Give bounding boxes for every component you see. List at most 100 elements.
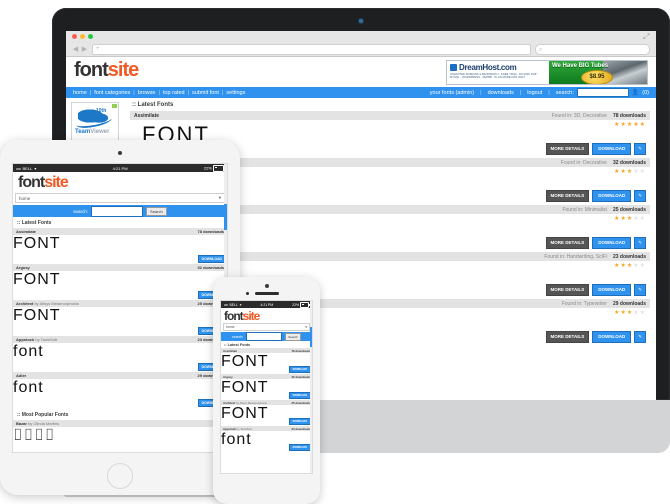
download-button[interactable]: DOWNLOAD (592, 237, 632, 249)
zoom-window-icon[interactable] (88, 34, 93, 39)
back-arrow-icon[interactable]: ◀ (72, 46, 79, 53)
font-list-item[interactable]: Appstock by TanisSoft 23 downloads font DOW… (13, 336, 227, 372)
tablet-nav-select[interactable]: home ▾ (15, 193, 225, 203)
font-preview-word: font (221, 431, 252, 448)
more-details-button[interactable]: MORE DETAILS (545, 331, 590, 343)
font-rating[interactable]: ★★★★★ (614, 262, 646, 269)
browser-search-input[interactable]: ⌕ (535, 43, 650, 55)
share-icon[interactable]: ✎ (634, 284, 646, 296)
font-list-item[interactable]: Assimilate 78 downloads FONT DOWNLOAD (221, 348, 312, 374)
font-name[interactable]: Appstock by TanisSoft (223, 427, 252, 431)
nav-item-your-fonts[interactable]: your fonts (admin) (430, 90, 474, 96)
font-rating[interactable]: ★★★★★ (614, 309, 646, 316)
star-empty-icon: ★ (639, 263, 646, 269)
more-details-button[interactable]: MORE DETAILS (545, 237, 590, 249)
share-icon[interactable]: ✎ (634, 143, 646, 155)
phone-search-input[interactable] (246, 332, 283, 341)
nav-item-logout[interactable]: logout (527, 90, 542, 96)
font-preview: FONT DOWNLOAD (221, 379, 312, 400)
browser-nav-buttons[interactable]: ◀ ▶ (72, 46, 88, 53)
user-icon[interactable]: 👤 (632, 89, 639, 96)
share-icon[interactable]: ✎ (634, 331, 646, 343)
phone-search-button[interactable]: Search (285, 332, 301, 341)
tablet-search-button[interactable]: Search (146, 206, 167, 216)
nav-search-input[interactable] (576, 88, 629, 97)
font-name[interactable]: Adler (16, 373, 26, 378)
download-button[interactable]: DOWNLOAD (592, 284, 632, 296)
font-rating[interactable]: ★★★★★ (614, 121, 646, 128)
font-list-item[interactable]: Bazar by Olinda Martins ⌷⌷⌷⌷ (13, 420, 227, 452)
share-icon[interactable]: ✎ (634, 190, 646, 202)
nav-item-top-rated[interactable]: top rated (163, 90, 185, 96)
font-author[interactable]: by Altsys Metamorphosis (236, 401, 267, 405)
font-list-item[interactable]: Argosy 32 downloads FONT DOWNLOAD (221, 374, 312, 400)
close-window-icon[interactable] (72, 34, 77, 39)
more-details-button[interactable]: MORE DETAILS (545, 284, 590, 296)
download-button[interactable]: DOWNLOAD (288, 444, 311, 451)
tablet-home-button[interactable] (107, 463, 133, 489)
font-name[interactable]: Architext by Altsys Metamorphosis (223, 401, 267, 405)
nav-item-settings[interactable]: settings (226, 90, 245, 96)
font-list-item[interactable]: Argosy 32 downloads FONT DOWNLOAD (13, 264, 227, 300)
more-details-button[interactable]: MORE DETAILS (545, 143, 590, 155)
font-preview: FONT DOWNLOAD (13, 271, 227, 300)
font-row-meta: Appstock by TanisSoft 23 downloads (13, 336, 227, 343)
nav-item-submit-font[interactable]: submit font (192, 90, 219, 96)
resize-icon[interactable]: ⤢ (643, 33, 651, 41)
font-list-item[interactable]: Architext by Altsys Metamorphosis 25 down… (13, 300, 227, 336)
font-name[interactable]: Bazar by Olinda Martins (16, 421, 59, 426)
font-preview-word: ⌷⌷⌷⌷ (13, 427, 56, 444)
nav-item-browse[interactable]: browse (138, 90, 156, 96)
carrier-name: BELL (22, 165, 33, 171)
window-traffic-lights[interactable] (72, 34, 93, 39)
download-button[interactable]: DOWNLOAD (592, 331, 632, 343)
more-details-button[interactable]: MORE DETAILS (545, 190, 590, 202)
cart-count: (0) (642, 89, 649, 96)
font-name[interactable]: Assimilate (16, 229, 36, 234)
font-author[interactable]: by TanisSoft (237, 427, 252, 431)
font-preview-word: FONT (221, 405, 269, 422)
font-name[interactable]: Appstock by TanisSoft (16, 337, 57, 342)
download-button[interactable]: DOWNLOAD (197, 255, 226, 263)
font-name[interactable]: Assimilate (134, 113, 159, 119)
phone-nav-select[interactable]: home ▾ (223, 323, 310, 331)
phone-battery-icon (299, 301, 310, 308)
forward-arrow-icon[interactable]: ▶ (81, 46, 88, 53)
font-rating[interactable]: ★★★★★ (614, 168, 646, 175)
download-button[interactable]: DOWNLOAD (288, 392, 311, 399)
download-button[interactable]: DOWNLOAD (592, 190, 632, 202)
url-input[interactable]: + (92, 43, 531, 55)
share-icon[interactable]: ✎ (634, 237, 646, 249)
site-logo[interactable]: fontsite (74, 60, 139, 80)
font-name[interactable]: Architext by Altsys Metamorphosis (16, 301, 79, 306)
font-name[interactable]: Argosy (223, 375, 233, 379)
wifi-icon: ▾ (34, 165, 37, 171)
font-author[interactable]: by Altsys Metamorphosis (34, 301, 78, 306)
font-list-item[interactable]: Adler 29 downloads font DOWNLOAD (13, 372, 227, 408)
phone-site-logo[interactable]: fontsite (221, 308, 312, 323)
font-name[interactable]: Assimilate (223, 349, 237, 353)
nav-item-font-categories[interactable]: font categories (94, 90, 130, 96)
tablet-search-input[interactable] (91, 205, 144, 217)
nav-item-home[interactable]: home (73, 90, 87, 96)
font-rating[interactable]: ★★★★★ (614, 215, 646, 222)
font-name[interactable]: Argosy (16, 265, 30, 270)
font-list-item[interactable]: Architext by Altsys Metamorphosis 25 down… (221, 400, 312, 426)
font-author[interactable]: by Olinda Martins (28, 421, 59, 426)
phone-chevron-down-icon: ▾ (305, 325, 307, 329)
download-button[interactable]: DOWNLOAD (288, 418, 311, 425)
font-row-actions: MORE DETAILS DOWNLOAD ✎ (545, 237, 646, 249)
tablet-site-logo[interactable]: fontsite (13, 172, 227, 193)
font-author[interactable]: by TanisSoft (35, 337, 57, 342)
font-list-item[interactable]: Appstock by TanisSoft 23 downloads font DOW… (221, 426, 312, 452)
battery-percent: 22% (203, 165, 212, 171)
download-button[interactable]: DOWNLOAD (288, 366, 311, 373)
dreamhost-ad-banner[interactable]: DreamHost.com UNLIMITED DOMAINS & BANDWI… (446, 60, 648, 85)
ad-brand-name: DreamHost.com (459, 63, 517, 72)
font-list-item[interactable]: Assimilate 78 downloads FONT DOWNLOAD (13, 228, 227, 264)
download-button[interactable]: DOWNLOAD (592, 143, 632, 155)
nav-item-downloads[interactable]: downloads (488, 90, 514, 96)
phone-scrollbar[interactable] (310, 301, 312, 473)
phone-clock: 4:21 PM (260, 302, 274, 307)
minimize-window-icon[interactable] (80, 34, 85, 39)
